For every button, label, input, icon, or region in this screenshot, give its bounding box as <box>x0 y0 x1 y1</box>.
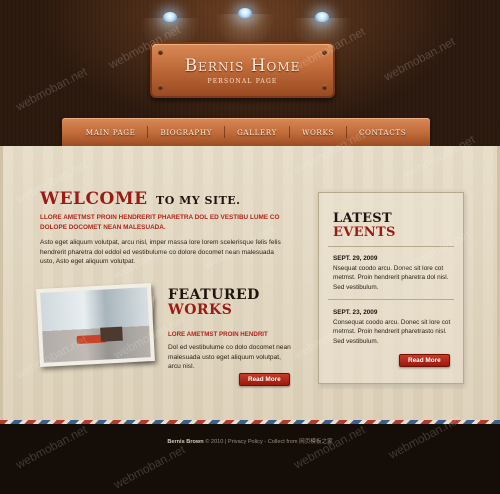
nav-item-contacts[interactable]: CONTACTS <box>349 128 416 137</box>
nail-icon <box>322 85 327 90</box>
featured-subtitle: LORE AMETMST PROIN HENDRIT <box>168 331 268 338</box>
events-heading: LATEST EVENTS <box>333 212 396 240</box>
welcome-lead: LLORE AMETMST PROIN HENDRERIT PHARETRA D… <box>40 214 280 231</box>
nav-divider <box>224 126 226 138</box>
featured-read-more-button[interactable]: Read More <box>239 373 290 386</box>
events-divider <box>328 246 454 247</box>
interior-image <box>40 287 151 363</box>
spotlight-icon <box>238 8 252 18</box>
featured-accent: WORKS <box>168 302 233 318</box>
event-text: Nsequat coodo arcu. Donec sit lore cot m… <box>333 265 449 291</box>
event-date: SEPT. 29, 2009 <box>333 255 378 262</box>
events-accent: EVENTS <box>333 225 396 240</box>
event-text: Consequat coodo arcu. Donec sit lore cot… <box>333 319 451 345</box>
footer-name: Bernis Brown <box>167 439 204 445</box>
events-read-more-button[interactable]: Read More <box>399 354 450 367</box>
nav-item-works[interactable]: WORKS <box>292 128 344 137</box>
welcome-body: Asto eget aliquum volutpat, arcu nisl, i… <box>40 239 281 265</box>
nail-icon <box>158 85 163 90</box>
spotlight-icon <box>315 12 329 22</box>
site-title: Bernis Home <box>184 56 301 76</box>
nav-item-gallery[interactable]: GALLERY <box>227 128 287 137</box>
nav-divider <box>147 126 149 138</box>
logo-sign[interactable]: Bernis Home PERSONAL PAGE <box>150 42 335 98</box>
nav-item-main-page[interactable]: MAIN PAGE <box>76 128 146 137</box>
nav-divider <box>345 126 347 138</box>
footer <box>0 424 500 494</box>
events-title: LATEST <box>333 211 392 226</box>
welcome-heading: WELCOME TO MY SITE. <box>40 189 241 209</box>
events-divider <box>328 299 454 300</box>
welcome-suffix: TO MY SITE. <box>156 194 241 207</box>
main-nav: MAIN PAGE BIOGRAPHY GALLERY WORKS CONTAC… <box>62 118 430 146</box>
featured-photo[interactable] <box>36 283 155 367</box>
event-date: SEPT. 23, 2009 <box>333 309 378 316</box>
nail-icon <box>158 50 163 55</box>
nail-icon <box>322 50 327 55</box>
footer-copyright[interactable]: © 2010 | Privacy Policy - Collect from 网… <box>205 439 332 445</box>
site-subtitle: PERSONAL PAGE <box>207 78 278 85</box>
featured-body: Dol ed vestibulume co dolo docomet nean … <box>168 344 291 370</box>
spotlight-icon <box>163 12 177 22</box>
nav-divider <box>288 126 290 138</box>
nav-item-biography[interactable]: BIOGRAPHY <box>150 128 222 137</box>
table-shape <box>100 326 123 342</box>
footer-text: Bernis Brown © 2010 | Privacy Policy - C… <box>0 437 500 445</box>
welcome-title: WELCOME <box>40 189 148 209</box>
featured-heading: FEATURED WORKS <box>168 288 260 318</box>
featured-title: FEATURED <box>168 287 260 303</box>
